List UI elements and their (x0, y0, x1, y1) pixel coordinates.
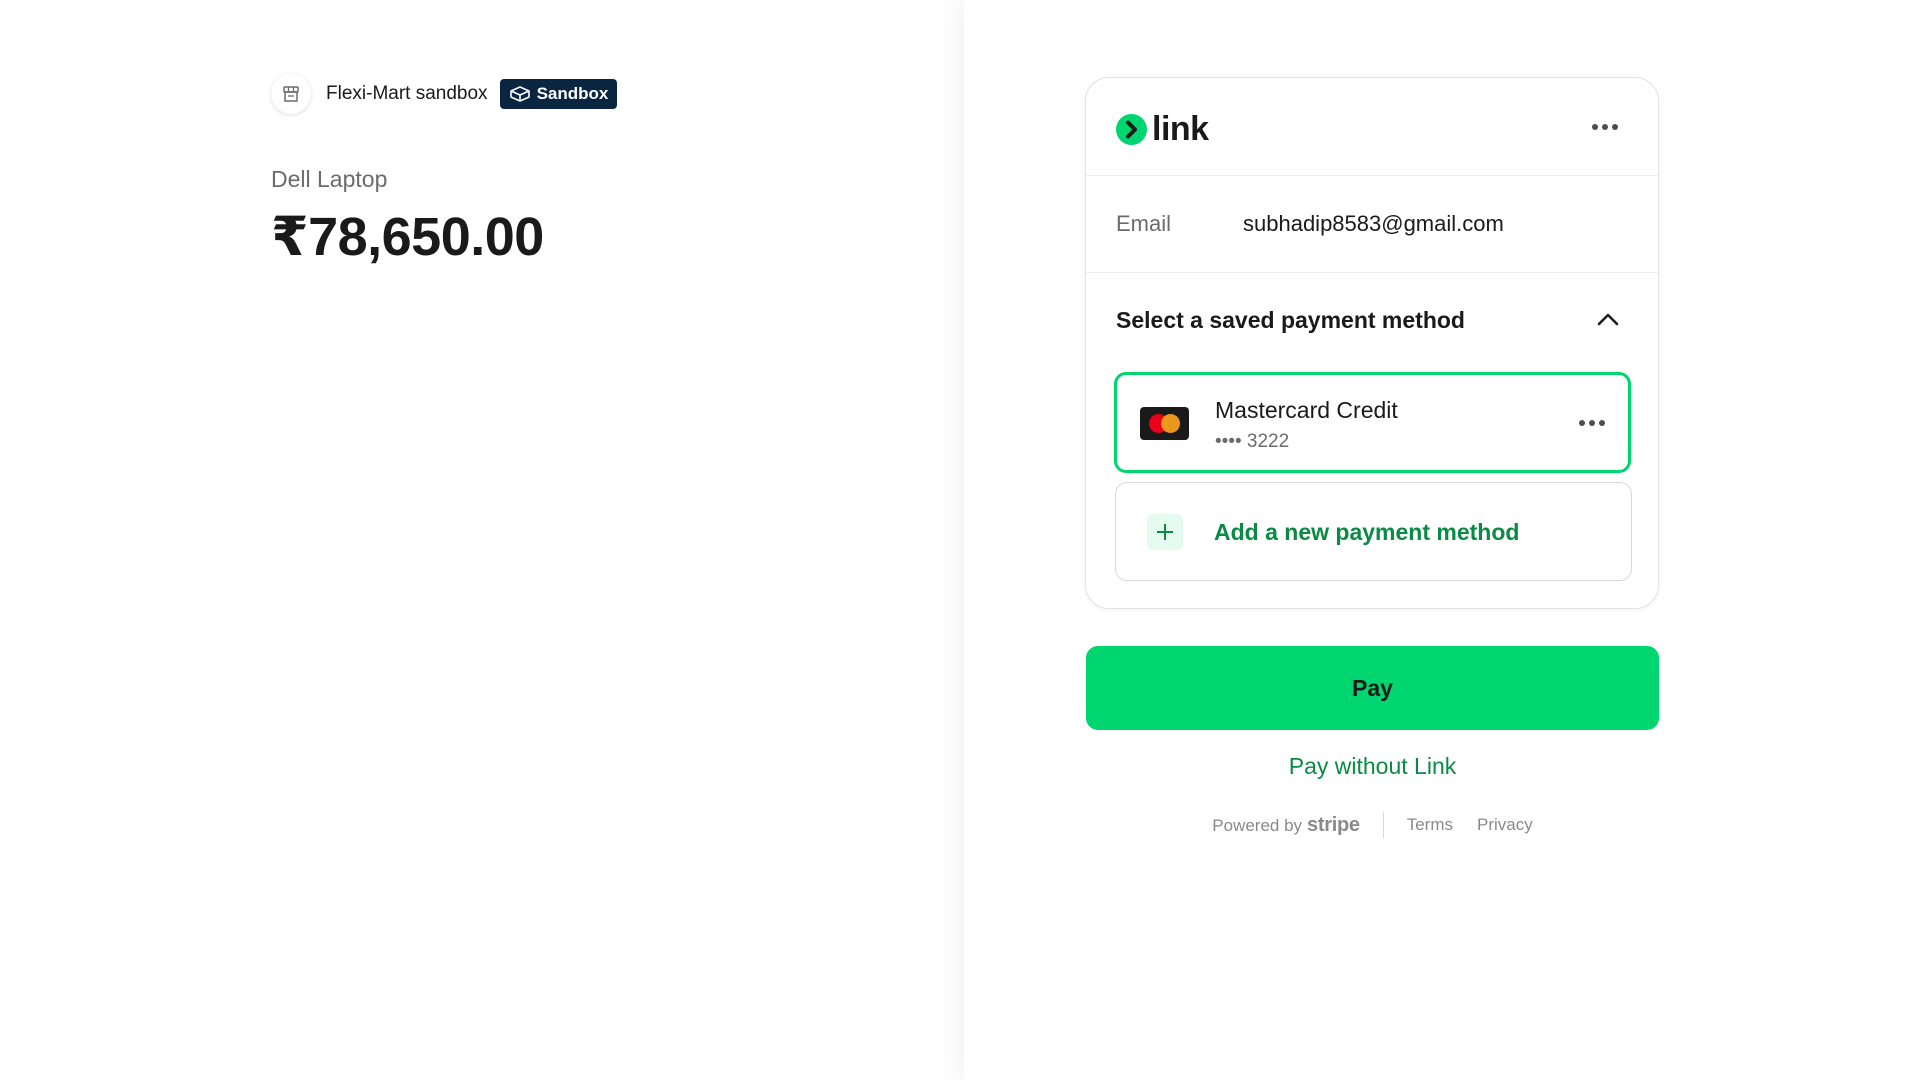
email-row: Email subhadip8583@gmail.com (1086, 176, 1658, 273)
order-summary-pane: Flexi-Mart sandbox Sandbox Dell Laptop ₹… (0, 0, 964, 1080)
link-logo: link (1116, 110, 1209, 149)
terms-link[interactable]: Terms (1407, 815, 1453, 835)
add-payment-method-label: Add a new payment method (1214, 519, 1520, 545)
add-payment-method-button[interactable]: Add a new payment method (1115, 482, 1632, 581)
powered-by-stripe[interactable]: Powered by stripe (1212, 813, 1360, 837)
email-value: subhadip8583@gmail.com (1243, 211, 1504, 236)
product-name: Dell Laptop (271, 166, 388, 192)
footer-divider (1382, 812, 1384, 838)
footer: Powered by stripe Terms Privacy (1086, 812, 1659, 838)
sandbox-badge-label: Sandbox (536, 84, 609, 103)
pay-button[interactable]: Pay (1086, 646, 1659, 730)
link-card: link Email subhadip8583@gmail.com Select… (1085, 77, 1659, 609)
merchant-name: Flexi-Mart sandbox (326, 83, 488, 104)
email-label: Email (1116, 211, 1172, 236)
plus-icon (1147, 514, 1183, 550)
stripe-logo: stripe (1307, 813, 1360, 836)
powered-by-label: Powered by (1212, 815, 1303, 835)
more-options-icon[interactable] (1592, 124, 1618, 130)
saved-methods-header[interactable]: Select a saved payment method (1086, 273, 1658, 373)
mastercard-icon (1140, 407, 1189, 440)
pay-without-link-button[interactable]: Pay without Link (1086, 753, 1659, 780)
merchant-header: Flexi-Mart sandbox Sandbox (271, 74, 618, 114)
store-icon (283, 86, 299, 102)
saved-card-option[interactable]: Mastercard Credit •••• 3222 (1114, 372, 1631, 473)
sandbox-badge: Sandbox (499, 79, 618, 109)
card-more-options-icon[interactable] (1579, 420, 1605, 426)
product-price: ₹78,650.00 (271, 207, 544, 267)
link-chevron-logo-icon (1116, 114, 1147, 145)
merchant-logo (271, 74, 311, 114)
card-last4: •••• 3222 (1215, 431, 1290, 452)
section-title: Select a saved payment method (1116, 307, 1465, 333)
link-brand-text: link (1152, 110, 1209, 148)
card-title: Mastercard Credit (1215, 397, 1398, 423)
link-header: link (1086, 78, 1658, 176)
chevron-up-icon[interactable] (1596, 308, 1620, 332)
privacy-link[interactable]: Privacy (1477, 815, 1533, 835)
sandbox-box-icon (509, 86, 530, 102)
